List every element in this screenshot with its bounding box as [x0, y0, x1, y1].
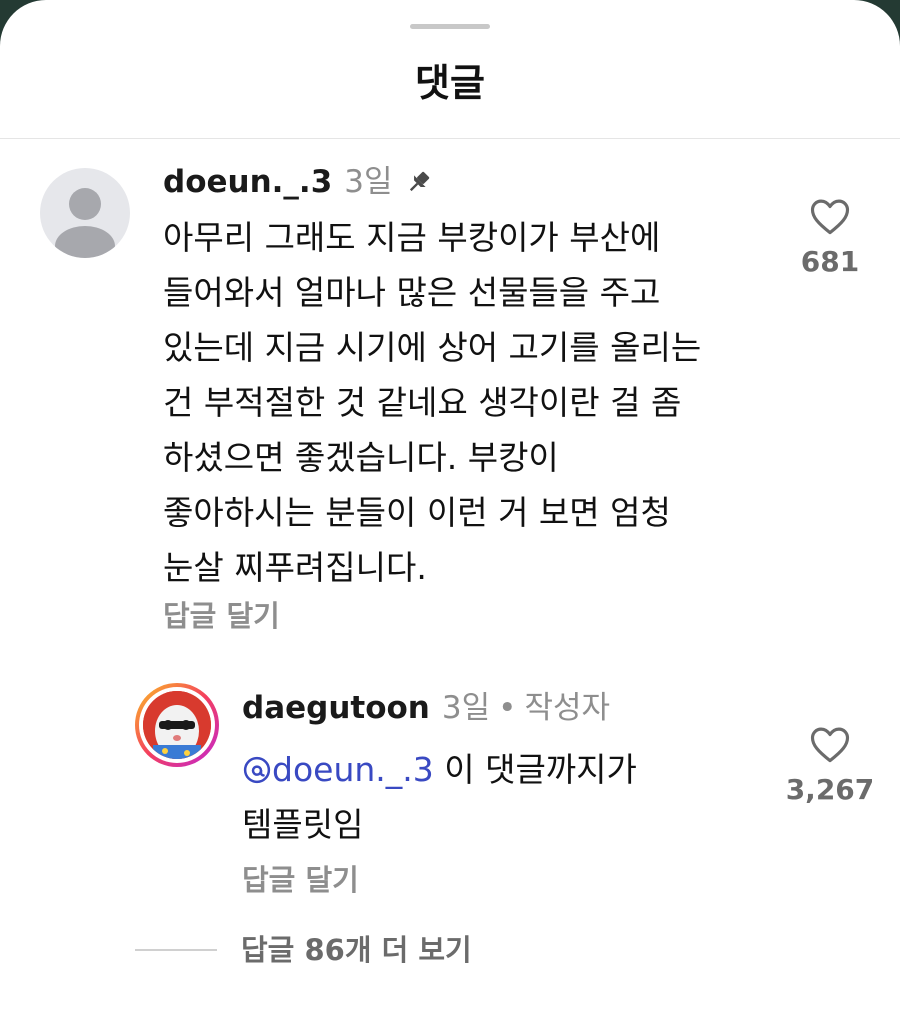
author-badge: 작성자: [524, 690, 610, 726]
comment-username[interactable]: doeun._.3: [163, 162, 332, 202]
reply-time: 3일: [441, 690, 491, 726]
comments-sheet: 댓글 doeun._.3 3일 아무리 그래도 지금 부캉이가 부산에 들어와서…: [0, 0, 900, 1030]
cartoon-avatar: [143, 691, 211, 759]
pin-icon: [405, 168, 433, 196]
heart-icon[interactable]: [770, 196, 890, 240]
heart-icon[interactable]: [770, 724, 890, 768]
sheet-title: 댓글: [415, 61, 485, 105]
like-count: 681: [800, 245, 860, 278]
drag-handle[interactable]: [410, 24, 490, 29]
story-ring[interactable]: [135, 683, 219, 767]
like-count: 3,267: [785, 773, 875, 806]
reply-text: doeun._.3 이 댓글까지가 템플릿임: [242, 742, 762, 852]
thread-line: [135, 949, 217, 951]
meta-separator: •: [498, 690, 517, 726]
view-more-replies[interactable]: 답글 86개 더 보기: [135, 930, 472, 970]
reply-username[interactable]: daegutoon: [242, 688, 430, 728]
comment-time: 3일: [344, 164, 393, 200]
comment-meta: doeun._.3 3일: [163, 162, 433, 202]
like-control: 3,267: [770, 724, 890, 808]
header-divider: [0, 138, 900, 139]
threads-at-icon: [242, 750, 272, 789]
mention-link[interactable]: doeun._.3: [242, 750, 434, 789]
view-more-label: 답글 86개 더 보기: [241, 933, 472, 967]
default-avatar-icon[interactable]: [40, 168, 130, 258]
mention-username: doeun._.3: [272, 750, 434, 789]
reply-button[interactable]: 답글 달기: [242, 860, 359, 900]
reply-button[interactable]: 답글 달기: [163, 596, 280, 636]
like-control: 681: [770, 196, 890, 280]
reply-meta: daegutoon 3일 • 작성자: [242, 688, 610, 728]
avatar-border: [139, 687, 215, 763]
comment-text: 아무리 그래도 지금 부캉이가 부산에 들어와서 얼마나 많은 선물들을 주고 …: [163, 218, 702, 587]
